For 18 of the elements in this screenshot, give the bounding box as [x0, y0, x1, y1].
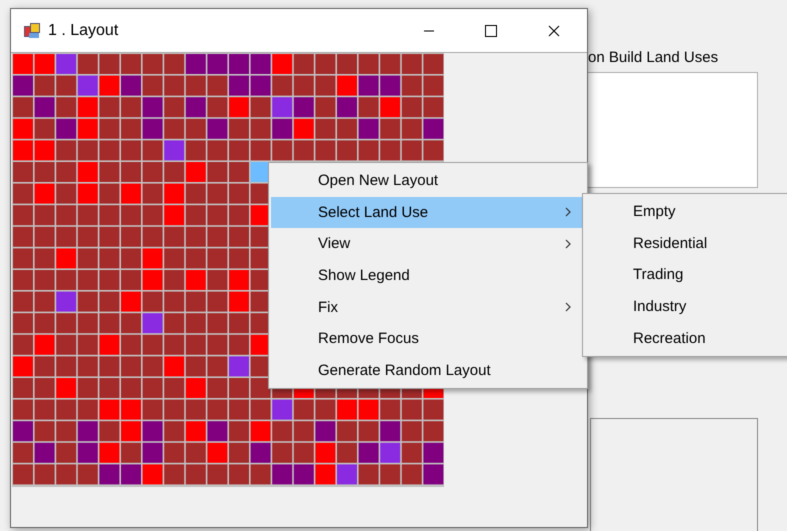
- menu-item[interactable]: Remove Focus: [271, 322, 585, 355]
- menu-item[interactable]: Industry: [585, 290, 785, 322]
- menu-item[interactable]: Show Legend: [271, 260, 585, 292]
- menu-item[interactable]: Empty: [585, 196, 785, 228]
- menu-item[interactable]: Generate Random Layout: [271, 354, 585, 386]
- menu-item[interactable]: Select Land Use: [271, 196, 585, 228]
- close-icon: [548, 24, 560, 36]
- maximize-icon: [485, 24, 497, 36]
- list-label: on Build Land Uses: [588, 49, 718, 66]
- menu-item[interactable]: Trading: [585, 259, 785, 291]
- menu-item[interactable]: Recreation: [585, 322, 785, 354]
- list-box[interactable]: [586, 72, 758, 188]
- menu-item[interactable]: Residential: [585, 228, 785, 260]
- menu-item[interactable]: Open New Layout: [271, 165, 585, 197]
- menu-item[interactable]: Fix: [271, 291, 585, 323]
- menu-item[interactable]: View: [271, 228, 585, 260]
- window-title: 1 . Layout: [48, 22, 118, 40]
- app-icon: [24, 22, 40, 38]
